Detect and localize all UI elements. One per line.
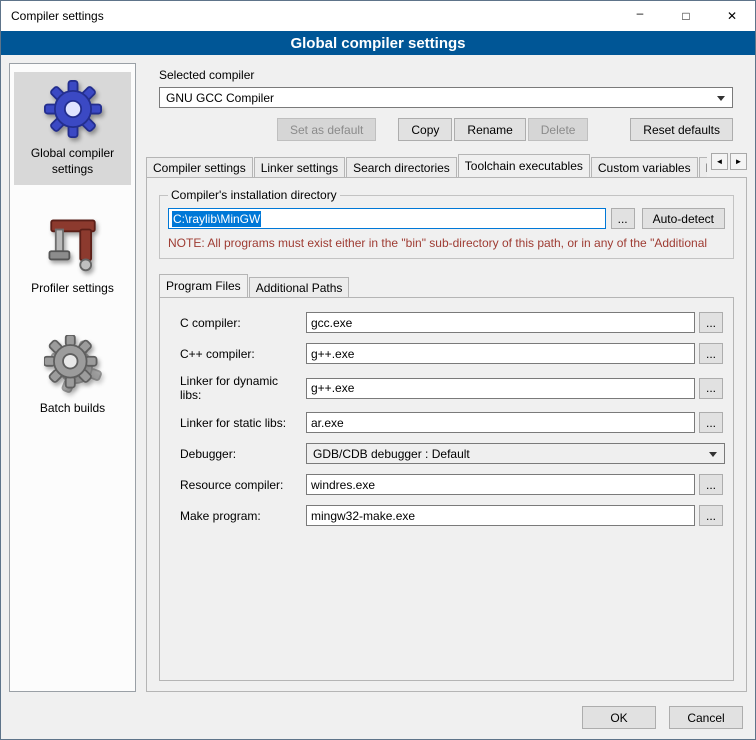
titlebar: Compiler settings – □ ✕ xyxy=(1,1,755,31)
program-files-form: C compiler: ... C++ compiler: ... Linker… xyxy=(180,312,725,526)
copy-button[interactable]: Copy xyxy=(398,118,452,141)
rename-button[interactable]: Rename xyxy=(454,118,525,141)
linker-static-browse-button[interactable]: ... xyxy=(699,412,723,433)
sidebar-item-batch-builds[interactable]: Batch builds xyxy=(14,327,131,425)
window-controls: – □ ✕ xyxy=(617,1,755,31)
tab-search-directories[interactable]: Search directories xyxy=(346,157,457,177)
debugger-label: Debugger: xyxy=(180,447,302,461)
program-files-tabstrip: Program Files Additional Paths xyxy=(159,273,734,297)
tab-scroll-right-icon[interactable]: ► xyxy=(730,153,747,170)
window-title: Compiler settings xyxy=(1,1,104,31)
make-program-label: Make program: xyxy=(180,509,302,523)
tab-build-options[interactable]: Build xyxy=(699,157,707,177)
reset-defaults-button[interactable]: Reset defaults xyxy=(630,118,733,141)
gear-gray-icon xyxy=(44,335,102,393)
cancel-button[interactable]: Cancel xyxy=(669,706,743,729)
compiler-settings-dialog: Compiler settings – □ ✕ Global compiler … xyxy=(0,0,756,740)
linker-dynamic-label: Linker for dynamic libs: xyxy=(180,374,302,402)
resource-compiler-browse-button[interactable]: ... xyxy=(699,474,723,495)
dialog-body: Global compiler settings Profiler settin… xyxy=(1,55,755,700)
c-compiler-browse-button[interactable]: ... xyxy=(699,312,723,333)
installation-directory-row: C:\raylib\MinGW ... Auto-detect xyxy=(168,208,725,229)
linker-static-label: Linker for static libs: xyxy=(180,416,302,430)
minimize-button[interactable]: – xyxy=(617,1,663,31)
bin-subdirectory-note: NOTE: All programs must exist either in … xyxy=(168,236,725,250)
tab-linker-settings[interactable]: Linker settings xyxy=(254,157,345,177)
subtab-additional-paths[interactable]: Additional Paths xyxy=(249,277,350,297)
linker-static-input[interactable] xyxy=(306,412,695,433)
resource-compiler-input[interactable] xyxy=(306,474,695,495)
sidebar-item-label: Batch builds xyxy=(40,401,105,417)
maximize-button[interactable]: □ xyxy=(663,1,709,31)
program-files-panel: C compiler: ... C++ compiler: ... Linker… xyxy=(159,297,734,681)
subtabs-scroll-area: Program Files Additional Paths xyxy=(159,273,734,297)
close-button[interactable]: ✕ xyxy=(709,1,755,31)
set-as-default-button[interactable]: Set as default xyxy=(277,118,376,141)
close-icon: ✕ xyxy=(727,9,737,23)
minimize-icon: – xyxy=(637,6,644,20)
tab-toolchain-executables[interactable]: Toolchain executables xyxy=(458,154,590,177)
sidebar-item-label: Profiler settings xyxy=(31,281,114,297)
debugger-dropdown[interactable]: GDB/CDB debugger : Default xyxy=(306,443,725,464)
auto-detect-button[interactable]: Auto-detect xyxy=(642,208,725,229)
make-program-input[interactable] xyxy=(306,505,695,526)
tab-scroll-buttons: ◄ ► xyxy=(711,153,747,170)
resource-compiler-label: Resource compiler: xyxy=(180,478,302,492)
linker-dynamic-browse-button[interactable]: ... xyxy=(699,378,723,399)
linker-dynamic-input[interactable] xyxy=(306,378,695,399)
sidebar-item-global-compiler-settings[interactable]: Global compiler settings xyxy=(14,72,131,185)
selected-compiler-value: GNU GCC Compiler xyxy=(166,91,274,105)
installation-directory-group: Compiler's installation directory C:\ray… xyxy=(159,188,734,259)
compiler-selection-section: Selected compiler GNU GCC Compiler Set a… xyxy=(146,63,747,153)
cpp-compiler-browse-button[interactable]: ... xyxy=(699,343,723,364)
selected-compiler-label: Selected compiler xyxy=(159,68,733,82)
settings-tabstrip: Compiler settings Linker settings Search… xyxy=(146,153,747,177)
delete-button[interactable]: Delete xyxy=(528,118,589,141)
profiler-tool-icon xyxy=(44,215,102,273)
browse-directory-button[interactable]: ... xyxy=(611,208,635,229)
debugger-value: GDB/CDB debugger : Default xyxy=(313,447,470,461)
sidebar-item-label: Global compiler settings xyxy=(16,146,129,177)
gear-blue-icon xyxy=(44,80,102,138)
tab-compiler-settings[interactable]: Compiler settings xyxy=(146,157,253,177)
sidebar-item-profiler-settings[interactable]: Profiler settings xyxy=(14,207,131,305)
toolchain-executables-panel: Compiler's installation directory C:\ray… xyxy=(146,177,747,692)
selected-compiler-dropdown[interactable]: GNU GCC Compiler xyxy=(159,87,733,108)
tab-custom-variables[interactable]: Custom variables xyxy=(591,157,698,177)
cpp-compiler-label: C++ compiler: xyxy=(180,347,302,361)
main-panel: Selected compiler GNU GCC Compiler Set a… xyxy=(146,63,747,692)
compiler-actions-row: Set as default Copy Rename Delete Reset … xyxy=(159,118,733,141)
c-compiler-label: C compiler: xyxy=(180,316,302,330)
installation-directory-selected-text: C:\raylib\MinGW xyxy=(172,211,261,227)
chevron-down-icon xyxy=(717,96,725,101)
installation-directory-input[interactable]: C:\raylib\MinGW xyxy=(168,208,606,229)
settings-category-sidebar: Global compiler settings Profiler settin… xyxy=(9,63,136,692)
maximize-icon: □ xyxy=(682,9,689,23)
tabs-scroll-area: Compiler settings Linker settings Search… xyxy=(146,153,707,177)
cpp-compiler-input[interactable] xyxy=(306,343,695,364)
chevron-down-icon xyxy=(709,452,717,457)
c-compiler-input[interactable] xyxy=(306,312,695,333)
installation-directory-legend: Compiler's installation directory xyxy=(168,188,340,202)
make-program-browse-button[interactable]: ... xyxy=(699,505,723,526)
dialog-footer: OK Cancel xyxy=(1,700,755,739)
page-title: Global compiler settings xyxy=(1,31,755,55)
subtab-program-files[interactable]: Program Files xyxy=(159,274,248,297)
tab-scroll-left-icon[interactable]: ◄ xyxy=(711,153,728,170)
ok-button[interactable]: OK xyxy=(582,706,656,729)
